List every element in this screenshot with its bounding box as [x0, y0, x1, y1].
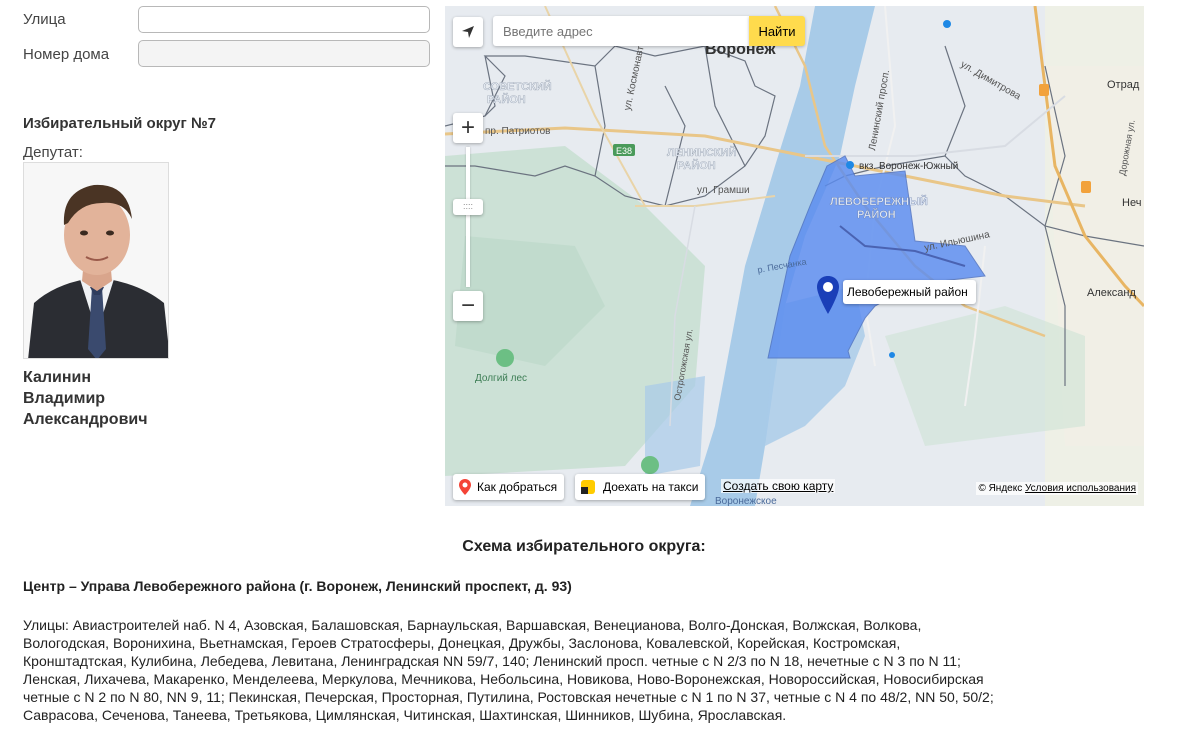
- zoom-out-button[interactable]: −: [453, 291, 483, 321]
- deputy-photo: [23, 162, 169, 359]
- map-balloon[interactable]: Левобережный район: [843, 280, 976, 304]
- taxi-button-label: Доехать на такси: [603, 480, 699, 494]
- deputy-patronymic: Александрович: [23, 411, 148, 428]
- streets-line: Саврасова, Сеченова, Танеева, Третьякова…: [23, 707, 787, 723]
- streets-line: Вологодская, Воронихина, Вьетнамская, Ге…: [23, 635, 901, 651]
- route-pin-icon: [459, 479, 471, 495]
- svg-text:ЛЕНИНСКИЙ: ЛЕНИНСКИЙ: [667, 146, 736, 159]
- district-map[interactable]: Воронеж СОВЕТСКИЙ РАЙОН ЛЕНИНСКИЙ РАЙОН …: [445, 6, 1144, 506]
- terms-link[interactable]: Условия использования: [1025, 483, 1136, 494]
- zoom-slider-track[interactable]: [466, 147, 470, 287]
- svg-text:ЛЕВОБЕРЕЖНЫЙ: ЛЕВОБЕРЕЖНЫЙ: [830, 195, 928, 208]
- deputy-surname: Калинин: [23, 369, 92, 386]
- streets-line: Кронштадтская, Кулибина, Лебедева, Левит…: [23, 653, 961, 669]
- zoom-slider-handle[interactable]: ::::: [453, 199, 483, 215]
- scheme-title: Схема избирательного округа:: [462, 538, 706, 555]
- svg-text:пр. Патриотов: пр. Патриотов: [485, 126, 550, 137]
- streets-line: четные с N 2 по N 80, NN 9, 11; Пекинска…: [23, 689, 994, 705]
- streets-line: Ленская, Лихачева, Макаренко, Менделеева…: [23, 671, 984, 687]
- taxi-button[interactable]: Доехать на такси: [575, 474, 706, 500]
- taxi-icon: [581, 480, 595, 494]
- svg-text:РАЙОН: РАЙОН: [857, 208, 896, 221]
- map-search-input[interactable]: [493, 16, 749, 46]
- copyright-text: © Яндекс: [978, 483, 1023, 494]
- map-copyright: © Яндекс Условия использования: [976, 482, 1138, 495]
- geolocation-button[interactable]: [453, 17, 483, 47]
- deputy-label: Депутат:: [23, 144, 83, 161]
- balloon-label: Левобережный район: [847, 285, 968, 299]
- street-label: Улица: [23, 11, 66, 28]
- svg-text:вкз. Воронеж-Южный: вкз. Воронеж-Южный: [859, 161, 958, 172]
- district-title: Избирательный округ №7: [23, 115, 217, 132]
- svg-text:РАЙОН: РАЙОН: [677, 159, 716, 172]
- house-number-label: Номер дома: [23, 46, 110, 63]
- map-search-button[interactable]: Найти: [749, 16, 805, 46]
- svg-text:ул. Грамши: ул. Грамши: [697, 185, 750, 196]
- route-button-label: Как добраться: [477, 480, 558, 494]
- svg-text:СОВЕТСКИЙ: СОВЕТСКИЙ: [483, 80, 552, 93]
- house-number-input[interactable]: [138, 40, 430, 67]
- svg-text:Неч: Неч: [1122, 197, 1141, 209]
- svg-text:Александ: Александ: [1087, 287, 1137, 299]
- svg-text:Е38: Е38: [616, 146, 632, 156]
- streets-list: Улицы: Авиастроителей наб. N 4, Азовская…: [23, 616, 1143, 724]
- street-input[interactable]: [138, 6, 430, 33]
- zoom-in-button[interactable]: +: [453, 113, 483, 143]
- map-pin-icon[interactable]: [817, 276, 839, 316]
- deputy-first-name: Владимир: [23, 390, 106, 407]
- route-button[interactable]: Как добраться: [453, 474, 565, 500]
- deputy-name: Калинин Владимир Александрович: [23, 367, 203, 430]
- district-center: Центр – Управа Левобережного района (г. …: [23, 578, 572, 594]
- locate-icon: [462, 26, 474, 38]
- map-canvas[interactable]: Воронеж СОВЕТСКИЙ РАЙОН ЛЕНИНСКИЙ РАЙОН …: [445, 6, 1144, 506]
- svg-text:Воронежское: Воронежское: [715, 496, 777, 506]
- create-map-link[interactable]: Создать свою карту: [721, 479, 836, 493]
- svg-text:Отрад: Отрад: [1107, 79, 1140, 91]
- svg-text:Долгий лес: Долгий лес: [475, 373, 527, 384]
- svg-text:РАЙОН: РАЙОН: [487, 93, 526, 106]
- streets-line: Улицы: Авиастроителей наб. N 4, Азовская…: [23, 617, 922, 633]
